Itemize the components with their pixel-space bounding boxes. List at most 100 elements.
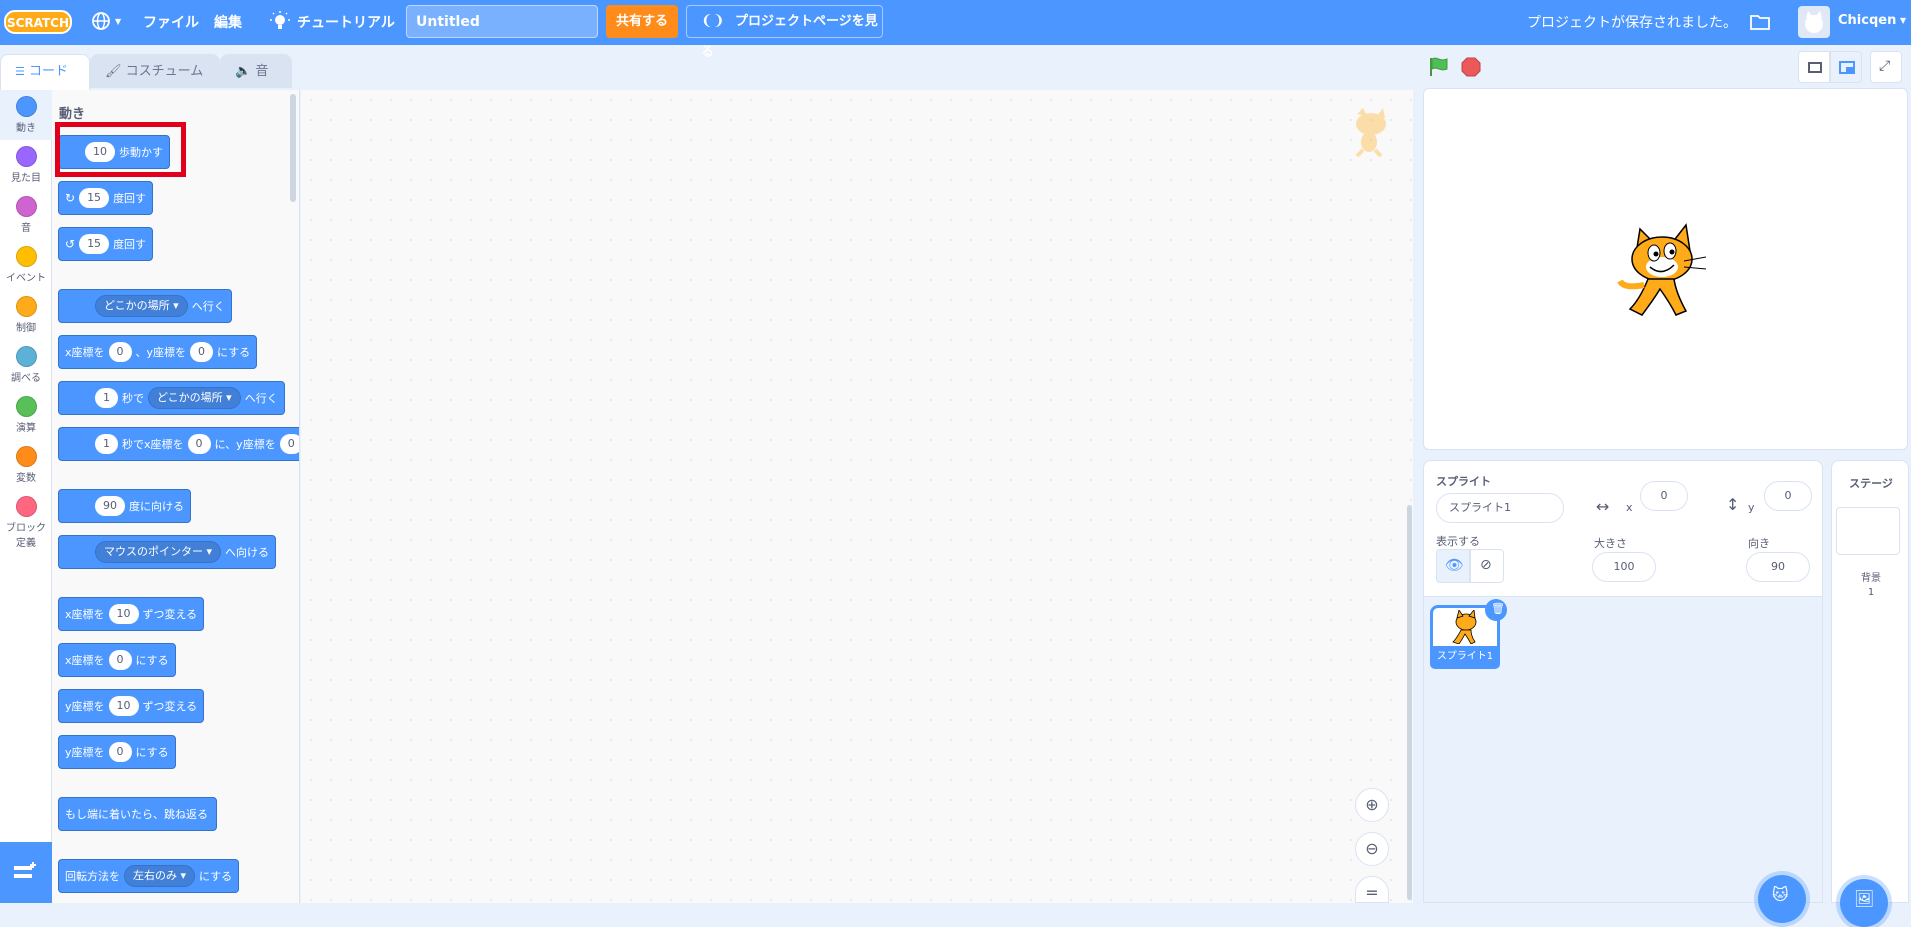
size-input[interactable]: 100 (1592, 552, 1656, 582)
category-my-blocks[interactable]: ブロック定義 (0, 490, 52, 550)
turn-right-block[interactable]: ↻ 15 度回す (58, 181, 154, 215)
glide-block[interactable]: 1 秒で どこかの場所 ▾ へ行く (58, 381, 285, 415)
operators-color-dot (15, 396, 37, 417)
glide-xy-block[interactable]: 1 秒でx座標を 0 に、y座標を 0 (58, 427, 299, 461)
change-y-block[interactable]: y座標を 10 ずつ変える (58, 689, 205, 723)
large-stage-button[interactable] (1830, 51, 1862, 83)
zoom-reset-icon: = (1365, 883, 1379, 902)
category-sensing[interactable]: 調べる (0, 340, 52, 390)
dropdown-value: どこかの場所 (104, 299, 170, 312)
see-project-page-button[interactable]: ❨❩ プロジェクトページを見る (686, 5, 883, 60)
category-events[interactable]: イベント (0, 240, 52, 290)
scratch-cat-sprite[interactable] (1614, 219, 1714, 324)
dropdown-value: どこかの場所 (157, 391, 223, 404)
block-text: x座標を (65, 654, 105, 667)
my-stuff-folder-icon[interactable] (1748, 10, 1772, 34)
block-text: もし端に着いたら、跳ね返る (65, 808, 208, 821)
turn-left-input[interactable]: 15 (79, 234, 110, 254)
language-menu[interactable]: ▼ (91, 11, 125, 33)
rotation-style-block[interactable]: 回転方法を 左右のみ ▾ にする (58, 859, 240, 893)
bounce-block[interactable]: もし端に着いたら、跳ね返る (58, 797, 217, 831)
tutorials-button[interactable]: チュートリアル (270, 9, 395, 35)
set-x-block[interactable]: x座標を 0 にする (58, 643, 176, 677)
category-variables[interactable]: 変数 (0, 440, 52, 490)
block-text: にする (217, 346, 251, 359)
glide-xy-seconds-input[interactable]: 1 (95, 434, 118, 454)
dropdown-value: マウスのポインター (104, 545, 203, 558)
tab-costumes[interactable]: 🖌 コスチューム (90, 54, 220, 88)
goto-y-input[interactable]: 0 (190, 342, 214, 362)
choose-sprite-button[interactable]: 🐱 (1758, 875, 1806, 923)
set-y-input[interactable]: 0 (108, 742, 132, 762)
y-input[interactable]: 0 (1764, 481, 1812, 511)
point-direction-block[interactable]: 90 度に向ける (58, 489, 191, 523)
stop-icon[interactable] (1461, 57, 1481, 77)
hide-sprite-button[interactable]: ⊘ (1470, 549, 1504, 583)
rotate-right-icon: ↻ (65, 191, 76, 205)
project-title-input[interactable] (406, 5, 598, 38)
file-menu[interactable]: ファイル (143, 12, 199, 32)
scratch-logo[interactable]: SCRATCH (4, 9, 72, 35)
glide-seconds-input[interactable]: 1 (95, 388, 118, 408)
small-stage-icon (1808, 62, 1822, 73)
dropdown-value: 左右のみ (133, 869, 177, 882)
zoom-reset-button[interactable]: = (1355, 876, 1389, 903)
code-workspace[interactable]: ⊕ ⊖ = (301, 90, 1413, 903)
delete-sprite-button[interactable]: 🗑 (1485, 599, 1507, 621)
goto-x-input[interactable]: 0 (108, 342, 132, 362)
share-button[interactable]: 共有する (606, 5, 678, 38)
change-x-input[interactable]: 10 (108, 604, 139, 624)
glide-target-dropdown[interactable]: どこかの場所 ▾ (148, 387, 241, 409)
direction-input[interactable]: 90 (1746, 552, 1810, 582)
show-label: 表示する (1436, 535, 1480, 548)
choose-backdrop-button[interactable]: 🖼 (1840, 879, 1888, 927)
block-text: へ向ける (225, 546, 270, 559)
y-label: y (1748, 501, 1755, 514)
tab-costumes-label: コスチューム (125, 64, 204, 79)
block-text: へ行く (244, 392, 278, 405)
fullscreen-button[interactable]: ⤢ (1870, 51, 1902, 83)
glide-x-input[interactable]: 0 (187, 434, 211, 454)
tab-sounds[interactable]: 🔈 音 (220, 54, 292, 88)
account-menu[interactable]: Chicqen ▼ (1798, 4, 1908, 40)
change-y-input[interactable]: 10 (108, 696, 139, 716)
goto-target-dropdown[interactable]: どこかの場所 ▾ (95, 295, 188, 317)
palette-scrollbar[interactable] (290, 94, 296, 202)
turn-left-block[interactable]: ↺ 15 度回す (58, 227, 154, 261)
x-input[interactable]: 0 (1640, 481, 1688, 511)
code-icon: ☰ (15, 65, 25, 78)
category-control[interactable]: 制御 (0, 290, 52, 340)
stage-selector[interactable]: ステージ 背景 1 🖼 (1831, 460, 1909, 927)
sprite-name-input[interactable]: スプライト1 (1436, 493, 1564, 523)
zoom-out-button[interactable]: ⊖ (1355, 832, 1389, 866)
add-extension-button[interactable] (0, 842, 52, 903)
stage-canvas[interactable] (1423, 88, 1908, 450)
show-sprite-button[interactable]: 👁 (1436, 549, 1470, 583)
category-operators[interactable]: 演算 (0, 390, 52, 440)
direction-input[interactable]: 90 (95, 496, 125, 516)
set-y-block[interactable]: y座標を 0 にする (58, 735, 176, 769)
green-flag-icon[interactable] (1428, 56, 1450, 78)
category-label: 変数 (16, 473, 36, 484)
point-towards-block[interactable]: マウスのポインター ▾ へ向ける (58, 535, 277, 569)
tab-code-label: コード (29, 64, 69, 79)
set-x-input[interactable]: 0 (108, 650, 132, 670)
backdrop-thumbnail[interactable] (1836, 507, 1900, 555)
sprite-watermark-cat-icon (1347, 106, 1395, 158)
edit-menu[interactable]: 編集 (214, 12, 242, 32)
glide-y-input[interactable]: 0 (279, 434, 299, 454)
workspace-scrollbar[interactable] (1407, 505, 1412, 900)
point-towards-dropdown[interactable]: マウスのポインター ▾ (95, 541, 222, 563)
category-looks[interactable]: 見た目 (0, 140, 52, 190)
tab-code[interactable]: ☰ コード (0, 54, 90, 90)
category-sound[interactable]: 音 (0, 190, 52, 240)
goto-xy-block[interactable]: x座標を 0 、y座標を 0 にする (58, 335, 258, 369)
turn-right-input[interactable]: 15 (79, 188, 110, 208)
category-motion[interactable]: 動き (0, 90, 52, 140)
small-stage-button[interactable] (1798, 51, 1830, 83)
change-x-block[interactable]: x座標を 10 ずつ変える (58, 597, 205, 631)
zoom-in-button[interactable]: ⊕ (1355, 788, 1389, 822)
goto-block[interactable]: どこかの場所 ▾ へ行く (58, 289, 232, 323)
rotation-style-dropdown[interactable]: 左右のみ ▾ (124, 865, 196, 887)
block-text: x座標を (65, 346, 105, 359)
